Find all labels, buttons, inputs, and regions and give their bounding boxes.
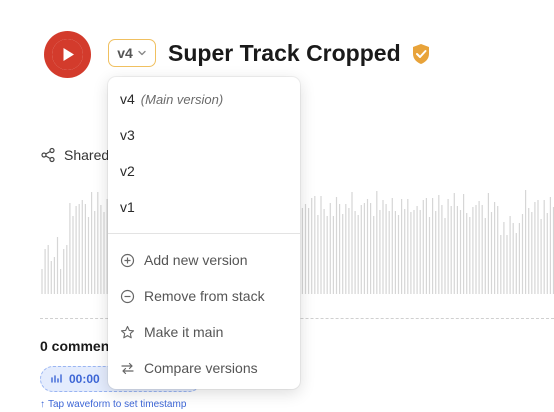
version-dropdown: v4 (Main version) v3 v2 v1 Add new versi…: [108, 77, 300, 389]
track-title: Super Track Cropped: [168, 40, 401, 66]
version-option-v4[interactable]: v4 (Main version): [108, 81, 300, 117]
menu-separator: [108, 233, 300, 234]
chevron-down-icon: [138, 50, 146, 56]
main-version-note: (Main version): [140, 91, 224, 107]
compare-versions-label: Compare versions: [144, 360, 258, 376]
make-it-main-button[interactable]: Make it main: [108, 314, 300, 350]
timestamp-value: 00:00: [69, 372, 100, 386]
share-button[interactable]: Shared: [40, 147, 109, 163]
add-new-version-label: Add new version: [144, 252, 248, 268]
remove-from-stack-button[interactable]: Remove from stack: [108, 278, 300, 314]
version-select[interactable]: v4: [108, 39, 156, 67]
share-icon: [41, 147, 55, 163]
share-label: Shared: [64, 147, 110, 163]
version-option-v2[interactable]: v2: [108, 153, 300, 189]
swap-arrows-icon: [120, 361, 135, 376]
version-option-label: v1: [120, 199, 135, 215]
minus-circle-icon: [120, 289, 135, 304]
compare-versions-button[interactable]: Compare versions: [108, 350, 300, 386]
version-option-v3[interactable]: v3: [108, 117, 300, 153]
version-option-label: v2: [120, 163, 135, 179]
add-new-version-button[interactable]: Add new version: [108, 242, 300, 278]
version-option-label: v3: [120, 127, 135, 143]
waveform-small-icon: [51, 374, 62, 383]
version-option-label: v4: [120, 91, 135, 107]
version-select-value: v4: [117, 45, 133, 61]
plus-circle-icon: [120, 253, 135, 268]
play-icon: [52, 39, 83, 70]
verified-badge-icon: [413, 44, 429, 64]
play-button[interactable]: [44, 31, 91, 78]
arrow-up-icon: ↑: [40, 399, 45, 410]
star-icon: [120, 325, 135, 340]
remove-from-stack-label: Remove from stack: [144, 288, 265, 304]
timestamp-hint: ↑ Tap waveform to set timestamp: [40, 399, 186, 410]
timestamp-hint-text: Tap waveform to set timestamp: [48, 399, 187, 410]
version-option-v1[interactable]: v1: [108, 189, 300, 225]
make-it-main-label: Make it main: [144, 324, 224, 340]
